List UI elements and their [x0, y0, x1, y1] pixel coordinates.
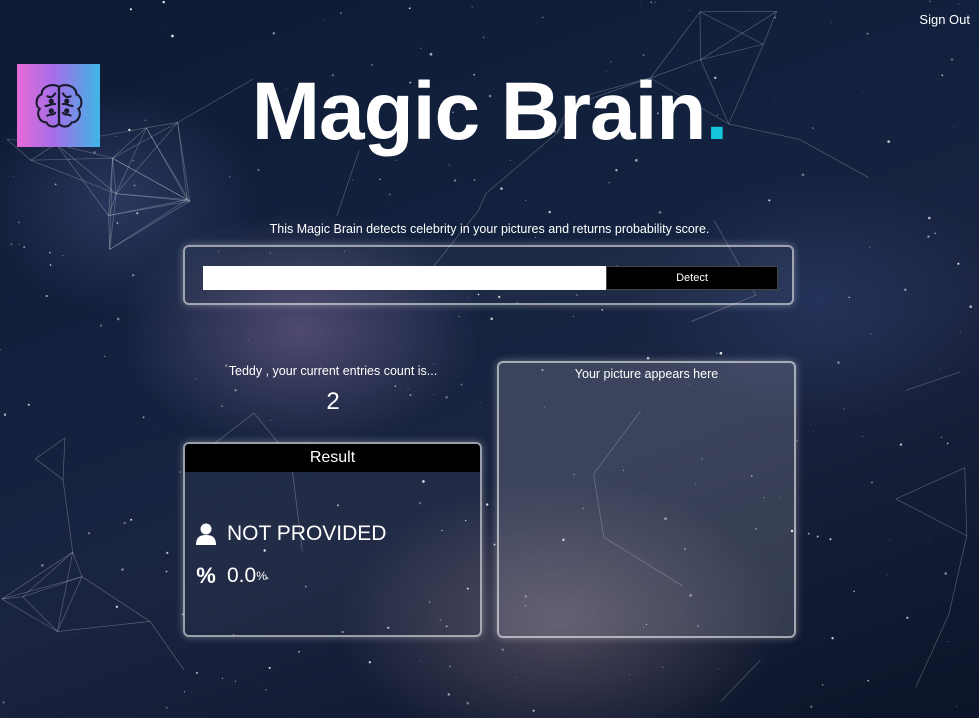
result-probability-row: % 0.0%: [195, 563, 267, 588]
result-name-row: NOT PROVIDED: [195, 522, 386, 546]
sign-out-link[interactable]: Sign Out: [919, 12, 970, 27]
result-name: NOT PROVIDED: [227, 522, 387, 545]
probability-unit: %: [256, 569, 267, 583]
result-probability: 0.0: [227, 564, 257, 587]
result-panel: Result NOT PROVIDED % 0.0%: [183, 442, 482, 637]
picture-placeholder: Your picture appears here: [574, 367, 719, 381]
app-description: This Magic Brain detects celebrity in yo…: [269, 222, 710, 236]
entries-label: Teddy , your current entries count is...: [228, 364, 438, 378]
entries-count: 2: [326, 388, 340, 415]
result-header: Result: [185, 444, 480, 472]
user-icon: [195, 522, 217, 546]
image-url-input[interactable]: [203, 266, 607, 290]
title-text: Magic Brain: [251, 66, 707, 157]
detect-button[interactable]: Detect: [606, 266, 778, 290]
percent-icon: %: [196, 563, 216, 588]
picture-panel: Your picture appears here: [497, 361, 796, 638]
image-url-form: Detect: [183, 245, 794, 305]
app-title: Magic Brain.: [0, 62, 979, 162]
title-dot: .: [705, 66, 728, 157]
